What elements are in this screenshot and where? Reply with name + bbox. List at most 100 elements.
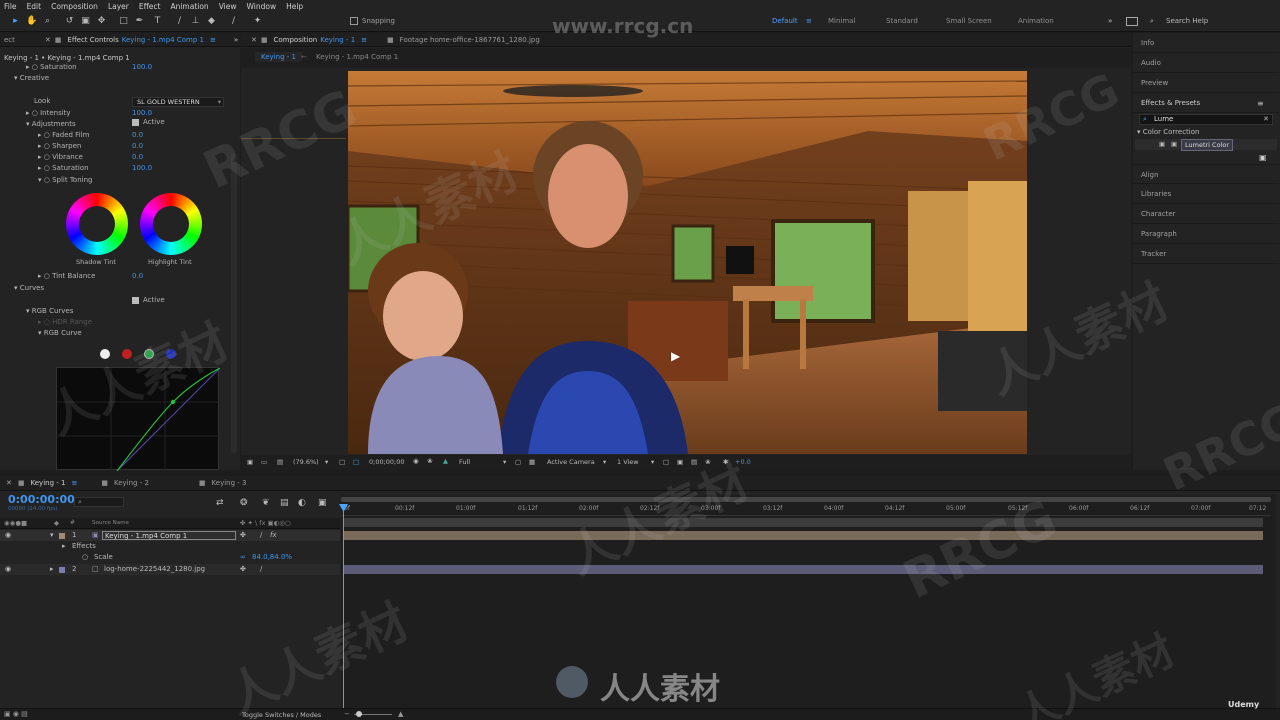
layer-2-duration-bar[interactable] (343, 565, 1263, 574)
comp-mini-flowchart-icon[interactable]: ⇄ (216, 498, 224, 508)
breadcrumb-nested[interactable]: Keying - 1.mp4 Comp 1 (316, 53, 398, 61)
vibrance-value[interactable]: 0.0 (132, 152, 143, 163)
lumetri-color-result[interactable]: Lumetri Color (1181, 139, 1234, 151)
tint-balance-value[interactable]: 0.0 (132, 271, 143, 282)
curve-channel-blue[interactable] (166, 349, 176, 359)
composition-tab-target[interactable]: Keying - 1 (320, 36, 355, 44)
expand-triangle-icon[interactable]: ▸ (62, 541, 66, 552)
playhead-line[interactable] (343, 504, 344, 720)
close-tab-icon[interactable]: ✕ (6, 479, 12, 487)
stopwatch-icon[interactable]: ▸ ○ (38, 272, 50, 280)
label-color-swatch[interactable] (59, 533, 65, 539)
highlight-tint-wheel[interactable] (140, 193, 202, 255)
align-panel-tab[interactable]: Align (1133, 164, 1279, 184)
paragraph-panel-tab[interactable]: Paragraph (1133, 224, 1279, 244)
footage-tab[interactable]: Footage home-office-1867761_1280.jpg (400, 36, 540, 44)
workspace-small-screen[interactable]: Small Screen (946, 17, 992, 25)
creative-section[interactable]: ▾ Creative (14, 73, 49, 84)
exposure-icon[interactable]: ✱ (723, 458, 728, 466)
roto-brush-tool-icon[interactable]: ∕ (228, 16, 239, 27)
flowchart-icon[interactable]: ❀ (705, 458, 710, 466)
info-panel-tab[interactable]: Info (1133, 33, 1279, 53)
expand-triangle-icon[interactable]: ▾ ○ (38, 176, 50, 184)
curve-control-point[interactable] (170, 399, 176, 405)
effect-controls-tab-target[interactable]: Keying - 1.mp4 Comp 1 (122, 36, 204, 44)
stopwatch-icon[interactable]: ▸ ○ (38, 131, 50, 139)
stopwatch-icon[interactable]: ▸ ○ (38, 153, 50, 161)
show-channel-icon[interactable]: ▲ (443, 457, 448, 465)
stopwatch-icon[interactable]: ▸ ○ (26, 63, 38, 71)
comp-navigator-bar[interactable] (343, 518, 1263, 527)
brush-tool-icon[interactable]: ∕ (174, 16, 185, 27)
curve-channel-green[interactable] (144, 349, 154, 359)
magnification-arrow-icon[interactable]: ▾ (325, 458, 328, 466)
viewer-timecode[interactable]: 0;00;00;00 (369, 458, 405, 466)
curves-active-checkbox[interactable] (132, 297, 139, 304)
quality-switch-icon[interactable]: ∕ (260, 564, 262, 575)
fast-previews-icon[interactable]: ▣ (677, 458, 683, 466)
curve-channel-white[interactable] (100, 349, 110, 359)
layer-row-1[interactable]: ◉ ▾ 1 ▣ Keying - 1.mp4 Comp 1 ✤ ∕ fx (0, 530, 340, 541)
close-tab-icon[interactable]: ✕ (251, 36, 257, 44)
lumetri-color-result-row[interactable]: ▣ ▣ Lumetri Color (1135, 139, 1277, 151)
layer-1-duration-bar[interactable] (343, 531, 1263, 540)
constrain-proportions-icon[interactable]: ∞ (240, 552, 246, 563)
audio-panel-tab[interactable]: Audio (1133, 53, 1279, 73)
intensity-value[interactable]: 100.0 (132, 108, 152, 119)
hand-tool-icon[interactable]: ✋ (26, 16, 37, 27)
effect-switch-icon[interactable]: fx (270, 530, 277, 541)
workspace-menu-icon[interactable]: ≡ (806, 17, 812, 25)
menu-layer[interactable]: Layer (108, 2, 129, 11)
time-ruler[interactable]: 0f 00:12f 01:00f 01:12f 02:00f 02:12f 03… (341, 504, 1271, 516)
panel-menu-icon[interactable]: ≡ (71, 479, 77, 487)
saturation-top-value[interactable]: 100.0 (132, 62, 152, 73)
mask-visibility-icon[interactable]: □ (353, 458, 359, 466)
curve-channel-red[interactable] (122, 349, 132, 359)
menu-edit[interactable]: Edit (27, 2, 42, 11)
stopwatch-icon[interactable]: ▸ ○ (38, 164, 50, 172)
look-dropdown[interactable]: SL GOLD WESTERN ▾ (132, 97, 224, 107)
composition-tab-label[interactable]: Composition (274, 36, 318, 44)
toggle-switches-modes[interactable]: Toggle Switches / Modes (242, 711, 321, 719)
sharpen-value[interactable]: 0.0 (132, 141, 143, 152)
panel-menu-icon[interactable]: ≡ (361, 36, 367, 44)
workspace-default[interactable]: Default (772, 17, 798, 25)
collapse-switch-icon[interactable]: ✤ (240, 564, 246, 575)
timeline-tab-keying-3[interactable]: Keying - 3 (212, 479, 247, 487)
camera-view-dropdown[interactable]: Active Camera (547, 458, 595, 466)
resolution-arrow-icon[interactable]: ▾ (503, 458, 506, 466)
zoom-out-icon[interactable]: − (344, 710, 350, 718)
rectangle-tool-icon[interactable]: □ (118, 16, 129, 27)
character-panel-tab[interactable]: Character (1133, 204, 1279, 224)
menu-help[interactable]: Help (286, 2, 303, 11)
search-help-icon[interactable]: ⌕ (1150, 17, 1154, 26)
layer-2-name[interactable]: log-home-2225442_1280.jpg (104, 564, 205, 575)
expand-triangle-icon[interactable]: ▾ (38, 329, 42, 337)
magnification-dropdown[interactable]: (79.6%) (293, 458, 319, 466)
effect-controls-tab-label[interactable]: Effect Controls (67, 36, 118, 44)
camera-arrow-icon[interactable]: ▾ (603, 458, 606, 466)
timeline-tab-keying-1[interactable]: Keying - 1 (31, 479, 66, 487)
layer-row-2[interactable]: ◉ ▸ 2 □ log-home-2225442_1280.jpg ✤ ∕ (0, 564, 340, 575)
workspace-layout-icon[interactable] (1126, 17, 1138, 26)
expand-triangle-icon[interactable]: ▸ ○ (26, 109, 38, 117)
workspace-standard[interactable]: Standard (886, 17, 918, 25)
zoom-tool-icon[interactable]: ⌕ (42, 16, 53, 27)
frame-blending-icon[interactable]: ▤ (280, 498, 289, 508)
toggle-view-options-icon[interactable]: □ (663, 458, 669, 466)
shy-layers-icon[interactable]: ❦ (262, 498, 270, 508)
clone-stamp-tool-icon[interactable]: ⊥ (190, 16, 201, 27)
footer-toggle-icons[interactable]: ▣ ◉ ▤ (4, 710, 28, 718)
exposure-value[interactable]: +0.0 (735, 458, 751, 466)
graph-editor-icon[interactable]: ▣ (318, 498, 327, 508)
saturation-value[interactable]: 100.0 (132, 163, 152, 174)
region-of-interest-icon[interactable]: ▢ (515, 458, 521, 466)
draft-3d-icon[interactable]: ❂ (240, 498, 248, 508)
timeline-tab-keying-2[interactable]: Keying - 2 (114, 479, 149, 487)
tracker-panel-tab[interactable]: Tracker (1133, 244, 1279, 264)
scale-value[interactable]: 84.0,84.0% (252, 552, 292, 563)
menu-file[interactable]: File (4, 2, 17, 11)
breadcrumb-current[interactable]: Keying - 1 (255, 52, 302, 62)
source-name-header[interactable]: Source Name (92, 520, 129, 526)
selection-tool-icon[interactable]: ▸ (10, 16, 21, 27)
